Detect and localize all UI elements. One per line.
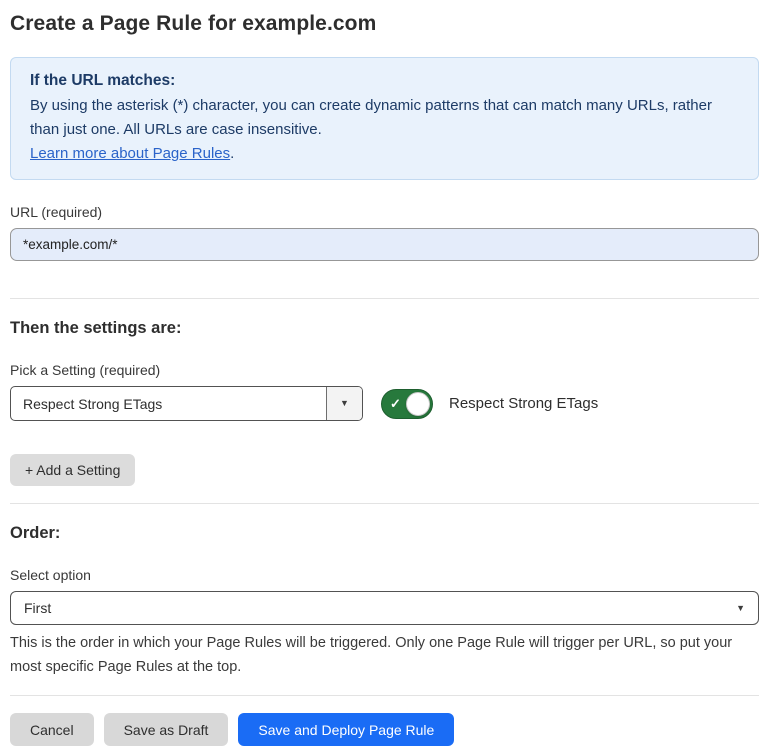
info-box-link-line: Learn more about Page Rules. (30, 142, 739, 166)
create-page-rule-form: Create a Page Rule for example.com If th… (0, 0, 769, 746)
info-box-body: By using the asterisk (*) character, you… (30, 94, 730, 142)
divider (10, 695, 759, 696)
page-title: Create a Page Rule for example.com (10, 12, 759, 36)
toggle-label: Respect Strong ETags (449, 395, 598, 412)
order-select-value: First (24, 600, 51, 616)
toggle-knob (406, 392, 430, 416)
setting-picker-label: Pick a Setting (required) (10, 362, 759, 378)
order-help-text: This is the order in which your Page Rul… (10, 631, 755, 679)
divider (10, 298, 759, 299)
url-label: URL (required) (10, 204, 759, 220)
setting-select[interactable]: Respect Strong ETags ▼ (10, 386, 363, 421)
setting-select-value: Respect Strong ETags (11, 387, 326, 420)
chevron-down-icon: ▼ (340, 399, 349, 408)
divider (10, 503, 759, 504)
learn-more-link[interactable]: Learn more about Page Rules (30, 145, 230, 162)
url-input[interactable] (10, 228, 759, 261)
respect-strong-etags-toggle[interactable]: ✓ (381, 389, 433, 419)
order-heading: Order: (10, 524, 759, 543)
setting-row: Respect Strong ETags ▼ ✓ Respect Strong … (10, 386, 759, 421)
url-match-info-box: If the URL matches: By using the asteris… (10, 57, 759, 180)
chevron-down-icon: ▼ (736, 604, 745, 613)
settings-heading: Then the settings are: (10, 319, 759, 338)
link-period: . (230, 145, 234, 162)
add-setting-button[interactable]: + Add a Setting (10, 454, 135, 486)
check-icon: ✓ (390, 397, 401, 410)
order-select[interactable]: First ▼ (10, 591, 759, 625)
info-box-heading: If the URL matches: (30, 69, 739, 93)
order-select-label: Select option (10, 567, 759, 583)
setting-select-arrow-button[interactable]: ▼ (326, 387, 362, 420)
